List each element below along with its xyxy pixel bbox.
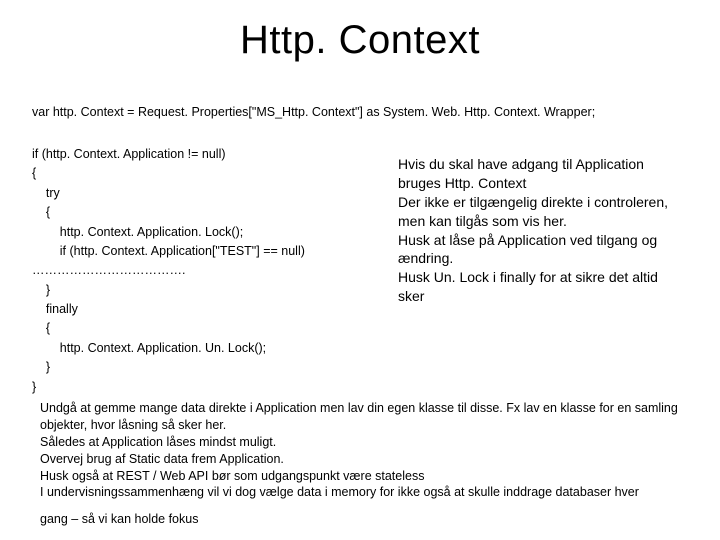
bottom-paragraph: Undgå at gemme mange data direkte i Appl… bbox=[40, 400, 690, 434]
code-line: if (http. Context. Application["TEST"] =… bbox=[32, 244, 305, 258]
code-line: try bbox=[32, 186, 60, 200]
code-line: ………………………………. bbox=[32, 263, 185, 277]
bottom-paragraph: Overvej brug af Static data frem Applica… bbox=[40, 451, 690, 468]
code-line: { bbox=[32, 166, 36, 180]
code-line: if (http. Context. Application != null) bbox=[32, 147, 226, 161]
side-paragraph: Husk at låse på Application ved tilgang … bbox=[398, 231, 688, 269]
code-line: http. Context. Application. Lock(); bbox=[32, 225, 243, 239]
code-line: } bbox=[32, 380, 36, 394]
side-paragraph: Husk Un. Lock i finally for at sikre det… bbox=[398, 268, 688, 306]
side-paragraph: Der ikke er tilgængelig direkte i contro… bbox=[398, 193, 688, 231]
code-declaration: var http. Context = Request. Properties[… bbox=[32, 105, 595, 119]
slide: Http. Context var http. Context = Reques… bbox=[0, 0, 720, 540]
code-line: } bbox=[32, 360, 50, 374]
code-line: { bbox=[32, 205, 50, 219]
slide-title: Http. Context bbox=[0, 18, 720, 63]
side-note: Hvis du skal have adgang til Application… bbox=[398, 155, 688, 306]
bottom-paragraph: Således at Application låses mindst muli… bbox=[40, 434, 690, 451]
bottom-paragraph: gang – så vi kan holde fokus bbox=[40, 511, 690, 528]
code-line: finally bbox=[32, 302, 78, 316]
bottom-paragraph: Husk også at REST / Web API bør som udga… bbox=[40, 468, 690, 485]
bottom-paragraph: I undervisningssammenhæng vil vi dog væl… bbox=[40, 484, 690, 501]
code-block: if (http. Context. Application != null) … bbox=[32, 145, 372, 397]
side-paragraph: Hvis du skal have adgang til Application… bbox=[398, 155, 688, 193]
code-line: { bbox=[32, 321, 50, 335]
code-line: http. Context. Application. Un. Lock(); bbox=[32, 341, 266, 355]
bottom-note: Undgå at gemme mange data direkte i Appl… bbox=[40, 400, 690, 528]
code-line: } bbox=[32, 283, 50, 297]
